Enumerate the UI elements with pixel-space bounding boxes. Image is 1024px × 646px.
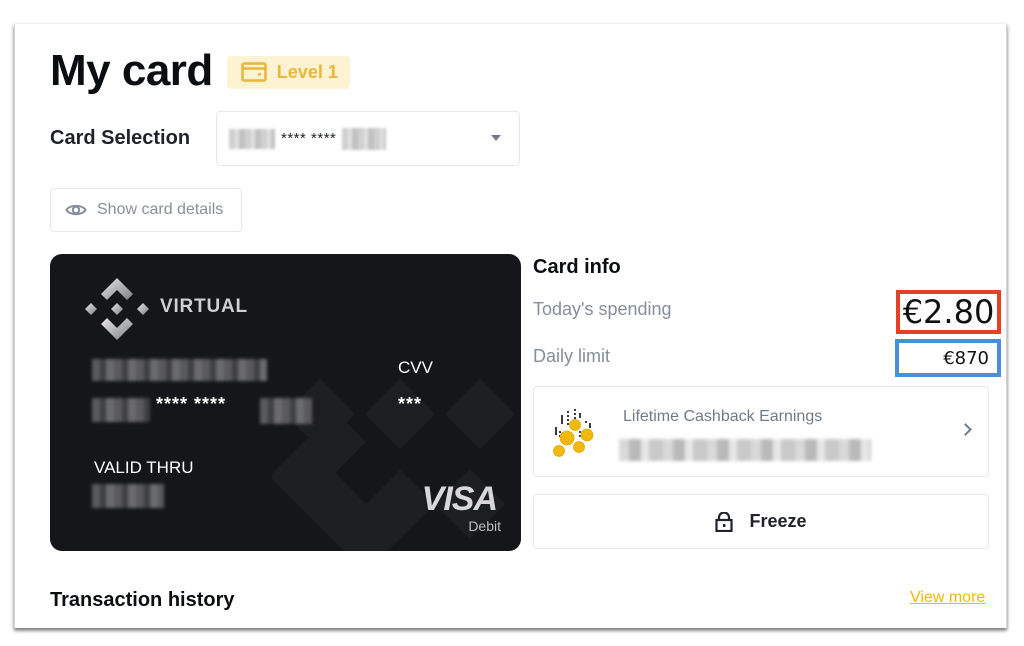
cvv-value: *** <box>398 394 423 414</box>
lock-icon <box>715 511 734 532</box>
page-title: My card <box>50 46 213 95</box>
freeze-button[interactable]: Freeze <box>533 494 989 549</box>
show-card-details-label: Show card details <box>97 201 224 218</box>
card-icon <box>241 62 267 82</box>
level-badge: Level 1 <box>226 55 350 89</box>
daily-limit-label: Daily limit <box>533 346 611 366</box>
todays-spending-label: Today's spending <box>533 299 672 319</box>
binance-logo-icon <box>85 278 149 340</box>
card-selection-value: **** **** <box>281 130 337 147</box>
redacted-expiry <box>92 484 164 508</box>
daily-limit-value: €870 <box>895 339 1001 377</box>
transaction-history-title: Transaction history <box>50 589 235 611</box>
redacted-card-number-prefix <box>92 398 150 422</box>
card-selection-row: Card Selection **** **** <box>50 111 520 166</box>
redacted-card-prefix <box>229 128 275 149</box>
card-number-masked: **** **** <box>156 394 227 414</box>
card-selection-label: Card Selection <box>50 127 191 149</box>
lifetime-cashback-card[interactable]: Lifetime Cashback Earnings <box>533 386 989 477</box>
title-row: My card Level 1 <box>50 46 350 96</box>
show-card-details-button[interactable]: Show card details <box>50 188 242 232</box>
view-more-link[interactable]: View more <box>910 589 985 607</box>
coins-icon <box>553 409 594 457</box>
redacted-cashback-amount <box>619 439 871 461</box>
redacted-cardholder-name <box>92 359 267 381</box>
eye-icon <box>65 204 87 216</box>
redacted-card-number-suffix <box>260 398 312 424</box>
card-selection-dropdown[interactable]: **** **** <box>216 111 520 166</box>
todays-spending-value: €2.80 <box>896 290 1001 334</box>
cashback-title: Lifetime Cashback Earnings <box>623 408 823 425</box>
card-type-label: VIRTUAL <box>160 296 248 317</box>
cvv-label: CVV <box>398 358 433 377</box>
card-info-title: Card info <box>533 256 621 278</box>
level-badge-label: Level 1 <box>276 61 338 82</box>
virtual-card: VIRTUAL **** **** CVV *** VALID THRU VIS… <box>50 254 521 551</box>
valid-thru-label: VALID THRU <box>94 458 194 477</box>
caret-down-icon <box>491 135 501 141</box>
visa-logo: VISA <box>421 480 498 518</box>
freeze-label: Freeze <box>749 511 807 531</box>
chevron-right-icon <box>959 423 972 436</box>
visa-debit-label: Debit <box>468 518 501 534</box>
redacted-card-suffix <box>342 127 387 150</box>
